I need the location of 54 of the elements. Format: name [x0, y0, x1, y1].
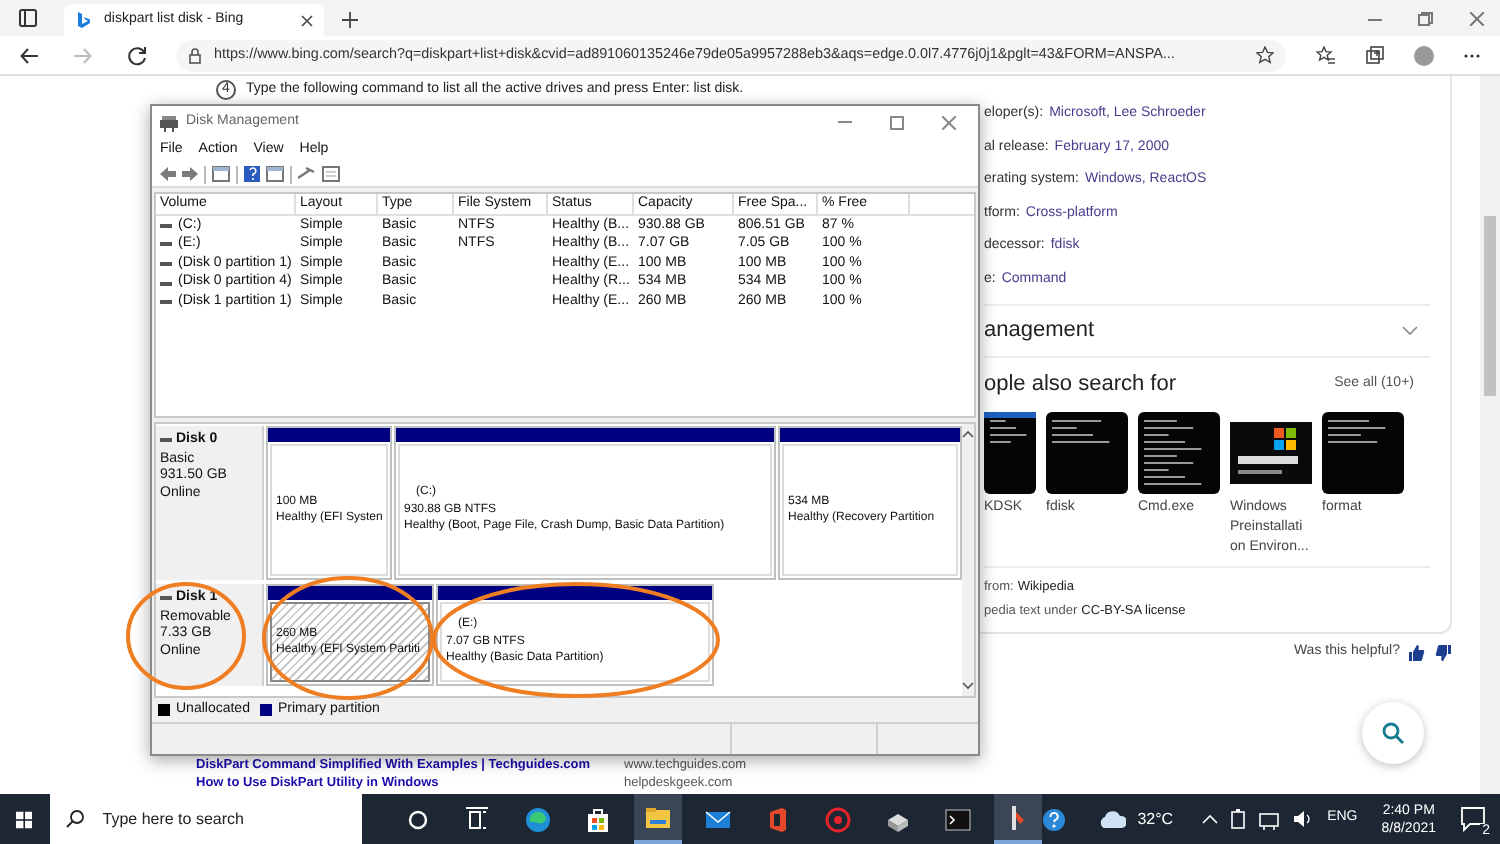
volume-icon[interactable]	[1291, 808, 1312, 830]
partition-type-bar	[268, 428, 390, 442]
scroll-up-icon[interactable]	[962, 430, 974, 438]
lock-icon	[188, 47, 202, 63]
restore-icon[interactable]	[1418, 12, 1434, 26]
refresh-icon[interactable]	[128, 45, 148, 65]
favorites-icon[interactable]	[1316, 46, 1336, 64]
section-heading: anagement	[984, 316, 1095, 347]
volume-icon	[160, 223, 172, 228]
minimize-icon[interactable]	[1368, 13, 1382, 25]
task-view-icon[interactable]	[461, 803, 494, 835]
minimize-icon[interactable]	[838, 116, 852, 128]
profile-avatar[interactable]	[1414, 45, 1434, 65]
start-icon[interactable]	[16, 809, 33, 829]
more-menu-icon[interactable]	[1464, 51, 1480, 59]
volume-icon	[160, 281, 172, 286]
browser-icon[interactable]	[521, 803, 554, 835]
new-tab-icon[interactable]	[342, 12, 358, 28]
search-placeholder: Type here to search	[102, 807, 244, 831]
cloud-icon[interactable]	[1097, 807, 1126, 831]
help-icon[interactable]	[1041, 807, 1066, 831]
thumbs-up-icon[interactable]	[1408, 643, 1426, 662]
weather-temperature[interactable]: 32°C	[1137, 807, 1174, 831]
help-icon[interactable]	[244, 166, 260, 182]
scroll-down-icon[interactable]	[962, 682, 974, 690]
bing-logo-icon	[74, 10, 92, 30]
close-icon[interactable]	[300, 13, 314, 27]
notification-icon[interactable]	[1460, 805, 1486, 831]
annotation-ellipse	[126, 582, 246, 690]
search-icon	[66, 810, 85, 828]
forward-icon[interactable]	[182, 166, 198, 182]
properties-icon[interactable]	[212, 166, 230, 182]
maximize-icon[interactable]	[890, 115, 904, 129]
taskbar-search-field[interactable]: Type here to search	[50, 794, 362, 844]
volume-icon	[160, 242, 172, 247]
volume-icon	[160, 300, 172, 305]
list-view-icon[interactable]	[322, 166, 340, 182]
thumbs-down-icon[interactable]	[1434, 643, 1452, 662]
disk-app-icon	[160, 113, 178, 131]
network-icon[interactable]	[1257, 808, 1280, 830]
record-icon[interactable]	[821, 803, 854, 835]
search-button[interactable]	[1362, 701, 1424, 763]
terminal-icon[interactable]	[941, 803, 974, 835]
window-icon[interactable]	[266, 166, 284, 182]
favorite-star-icon[interactable]	[1256, 46, 1274, 64]
section-heading: ople also search for	[984, 370, 1176, 401]
search-icon	[1382, 721, 1404, 743]
battery-icon[interactable]	[1229, 808, 1246, 830]
tab-actions-icon[interactable]	[18, 8, 38, 28]
collections-icon[interactable]	[1366, 46, 1384, 64]
volume-icon	[160, 261, 172, 266]
chevron-up-icon[interactable]	[1201, 813, 1218, 825]
back-icon[interactable]	[20, 45, 40, 65]
chevron-down-icon[interactable]	[1402, 326, 1418, 336]
